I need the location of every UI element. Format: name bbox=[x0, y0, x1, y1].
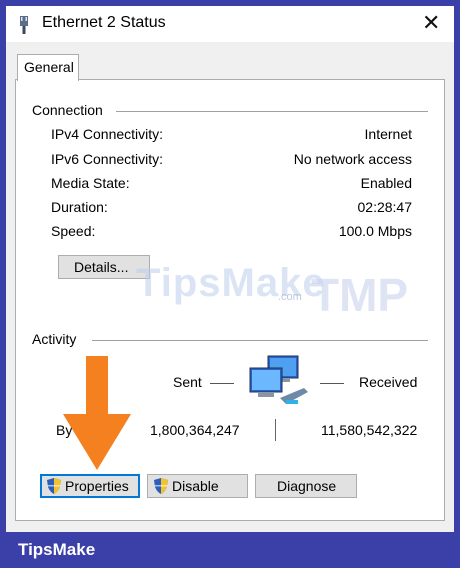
media-state-label: Media State: bbox=[51, 175, 130, 191]
duration-label: Duration: bbox=[51, 199, 108, 215]
received-dash bbox=[320, 383, 344, 384]
uac-shield-icon bbox=[154, 478, 168, 494]
diagnose-button[interactable]: Diagnose bbox=[255, 474, 357, 498]
sent-bytes-value: 1,800,364,247 bbox=[150, 422, 240, 438]
sent-dash bbox=[210, 383, 234, 384]
received-bytes-value: 11,580,542,322 bbox=[321, 422, 418, 438]
ethernet-plug-icon bbox=[20, 16, 28, 34]
speed-value: 100.0 Mbps bbox=[338, 223, 412, 239]
watermark-mark: TMP bbox=[311, 269, 409, 321]
connection-group-label: Connection bbox=[32, 102, 109, 118]
uac-shield-icon bbox=[47, 478, 61, 494]
diagnose-button-label: Diagnose bbox=[277, 478, 337, 494]
arrow-down-icon bbox=[63, 356, 131, 470]
media-state-value: Enabled bbox=[360, 175, 412, 191]
ipv4-label: IPv4 Connectivity: bbox=[51, 126, 164, 142]
connection-group-line bbox=[116, 111, 428, 112]
brand-label: TipsMake bbox=[18, 540, 96, 559]
activity-divider bbox=[275, 419, 276, 441]
speed-label: Speed: bbox=[51, 223, 96, 239]
details-button-label: Details... bbox=[74, 259, 129, 275]
activity-group-label: Activity bbox=[32, 331, 83, 347]
received-label: Received bbox=[359, 374, 418, 390]
disable-button-label: Disable bbox=[172, 478, 219, 494]
tab-general-label: General bbox=[24, 59, 74, 75]
title-bar: Ethernet 2 Status ✕ bbox=[6, 6, 454, 42]
ipv6-value: No network access bbox=[293, 151, 412, 167]
disable-button[interactable]: Disable bbox=[147, 474, 248, 498]
close-icon: ✕ bbox=[422, 10, 441, 35]
sent-label: Sent bbox=[173, 374, 202, 390]
window-title: Ethernet 2 Status bbox=[42, 14, 166, 31]
properties-button-label: Properties bbox=[65, 478, 129, 494]
close-button[interactable]: ✕ bbox=[408, 6, 454, 42]
ipv6-label: IPv6 Connectivity: bbox=[51, 151, 164, 167]
ipv4-value: Internet bbox=[364, 126, 412, 142]
tab-general[interactable]: General bbox=[17, 54, 79, 81]
properties-button[interactable]: Properties bbox=[40, 474, 140, 498]
duration-value: 02:28:47 bbox=[357, 199, 413, 215]
watermark-suffix: .com bbox=[278, 291, 302, 303]
status-dialog: Ethernet 2 Status ✕ General Connection I… bbox=[6, 6, 454, 532]
activity-group-line bbox=[92, 340, 428, 341]
network-computers-icon bbox=[249, 355, 308, 404]
